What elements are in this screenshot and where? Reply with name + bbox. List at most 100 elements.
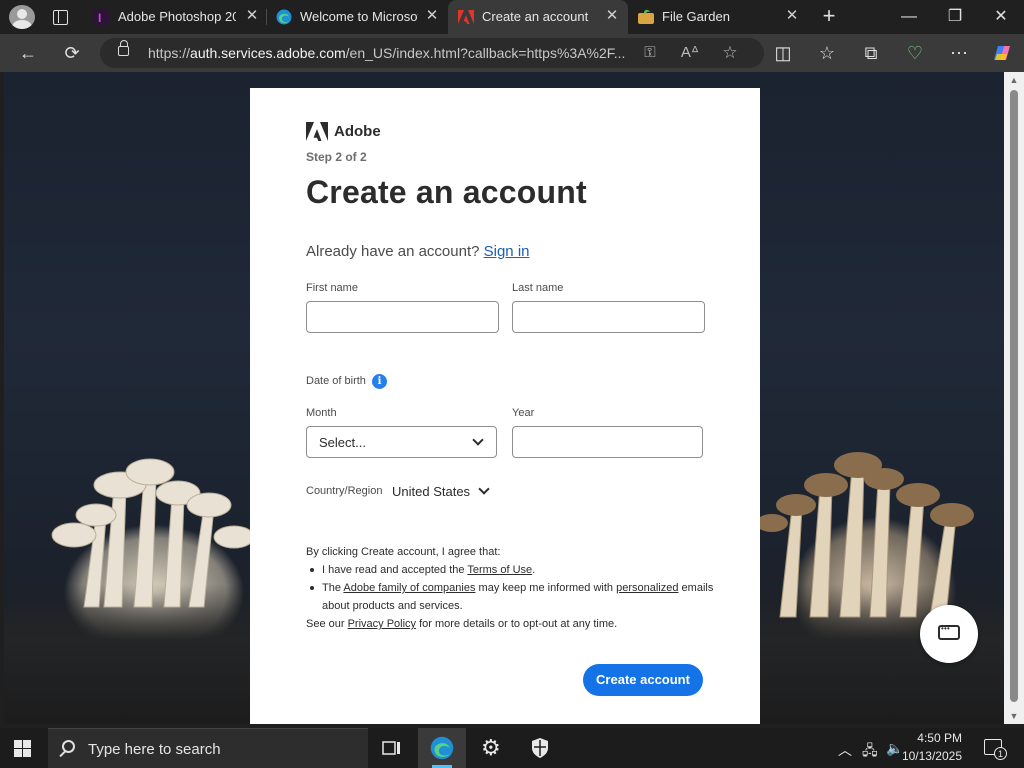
legal-bullet-terms: I have read and accepted the Terms of Us… bbox=[306, 561, 716, 579]
country-label: Country/Region bbox=[306, 485, 383, 497]
last-name-field[interactable] bbox=[512, 301, 705, 333]
month-select-value: Select... bbox=[319, 435, 366, 450]
scrollbar-thumb[interactable] bbox=[1010, 90, 1018, 702]
taskbar-settings-icon[interactable]: ⚙ bbox=[468, 728, 516, 768]
year-field[interactable] bbox=[512, 426, 703, 458]
browser-toolbar: ← ⟳ https://auth.services.adobe.com/en_U… bbox=[0, 34, 1024, 72]
restore-icon[interactable]: ❐ bbox=[932, 0, 978, 34]
scroll-down-icon[interactable]: ▼ bbox=[1008, 710, 1020, 722]
chat-support-button[interactable] bbox=[920, 605, 978, 663]
tab-file-garden[interactable]: File Garden ✕ bbox=[628, 0, 808, 34]
tab-title: Create an account bbox=[482, 9, 589, 24]
windows-start-icon[interactable] bbox=[14, 740, 32, 758]
last-name-label: Last name bbox=[512, 282, 564, 294]
legal-text: By clicking Create account, I agree that… bbox=[306, 543, 716, 633]
legal-text-part: . bbox=[532, 564, 536, 576]
read-aloud-icon[interactable]: Aᐞ bbox=[680, 44, 700, 62]
scroll-up-icon[interactable]: ▲ bbox=[1008, 74, 1020, 86]
clock-time[interactable]: 4:50 PM bbox=[906, 731, 962, 745]
mushroom-cluster-right-image bbox=[760, 452, 974, 618]
year-label: Year bbox=[512, 407, 535, 419]
legal-text-part: may keep me informed with bbox=[475, 582, 617, 594]
tab-title: File Garden bbox=[662, 9, 730, 24]
network-icon[interactable]: 🖧 bbox=[862, 740, 878, 764]
tab-welcome-microsoft[interactable]: Welcome to Microsoft ✕ bbox=[266, 0, 446, 34]
legal-text-part: for more details or to opt-out at any ti… bbox=[416, 618, 618, 630]
show-hidden-icons-icon[interactable]: ︿ bbox=[838, 740, 852, 760]
first-name-field[interactable] bbox=[306, 301, 499, 333]
taskbar-search-placeholder: Type here to search bbox=[88, 741, 221, 758]
tab-title: Adobe Photoshop 202 bbox=[118, 9, 236, 24]
back-icon[interactable]: ← bbox=[17, 42, 39, 64]
edge-icon bbox=[276, 9, 292, 25]
url-text[interactable]: https://auth.services.adobe.com/en_US/in… bbox=[148, 45, 638, 61]
adobe-icon bbox=[458, 10, 474, 24]
create-account-button[interactable]: Create account bbox=[583, 664, 703, 696]
windows-taskbar: Type here to search ⚙ ︿ 🖧 🔈 4:50 PM 10/1… bbox=[0, 728, 1024, 768]
clock-date[interactable]: 10/13/2025 bbox=[900, 749, 962, 763]
address-bar[interactable]: https://auth.services.adobe.com/en_US/in… bbox=[100, 38, 764, 68]
month-label: Month bbox=[306, 407, 337, 419]
task-view-icon[interactable] bbox=[368, 728, 416, 768]
adobe-family-link[interactable]: Adobe family of companies bbox=[343, 582, 475, 594]
favorites-icon[interactable]: ☆ bbox=[816, 42, 838, 64]
close-icon[interactable]: ✕ bbox=[244, 8, 260, 24]
terms-of-use-link[interactable]: Terms of Use bbox=[467, 564, 532, 576]
chevron-down-icon[interactable] bbox=[478, 483, 490, 495]
url-prefix: https:// bbox=[148, 45, 191, 61]
page-title: Create an account bbox=[306, 174, 587, 210]
personalized-link[interactable]: personalized bbox=[616, 582, 678, 594]
page-viewport: Adobe Step 2 of 2 Create an account Alre… bbox=[4, 72, 1004, 724]
legal-text-part: See our bbox=[306, 618, 348, 630]
page-scrollbar[interactable]: ▲ ▼ bbox=[1004, 72, 1024, 724]
minimize-icon[interactable]: — bbox=[886, 0, 932, 34]
mushroom-cluster-left-image bbox=[51, 458, 254, 608]
url-host: auth.services.adobe.com bbox=[190, 45, 346, 61]
chat-icon bbox=[938, 624, 960, 640]
indesign-icon: I bbox=[94, 9, 110, 25]
info-icon[interactable]: i bbox=[372, 374, 387, 389]
close-icon[interactable]: ✕ bbox=[784, 8, 800, 24]
dob-label: Date of birth bbox=[306, 375, 366, 387]
profile-avatar-icon[interactable] bbox=[9, 5, 35, 29]
taskbar-search-box[interactable]: Type here to search bbox=[48, 728, 368, 768]
first-name-label: First name bbox=[306, 282, 358, 294]
country-value: United States bbox=[392, 484, 471, 499]
tab-actions-icon[interactable] bbox=[48, 7, 72, 27]
more-options-icon[interactable]: ⋯ bbox=[948, 42, 970, 64]
adobe-icon bbox=[306, 122, 328, 141]
svg-text:I: I bbox=[98, 11, 101, 25]
collections-icon[interactable]: ⧉ bbox=[860, 42, 882, 64]
tab-title: Welcome to Microsoft bbox=[300, 9, 418, 24]
tab-create-account[interactable]: Create an account ✕ bbox=[448, 0, 628, 34]
close-icon[interactable]: ✕ bbox=[424, 8, 440, 24]
step-indicator: Step 2 of 2 bbox=[306, 150, 367, 164]
signup-card: Adobe Step 2 of 2 Create an account Alre… bbox=[250, 88, 760, 724]
privacy-policy-link[interactable]: Privacy Policy bbox=[348, 618, 416, 630]
favorite-star-icon[interactable]: ☆ bbox=[720, 44, 740, 62]
browser-tab-strip: I Adobe Photoshop 202 ✕ Welcome to Micro… bbox=[0, 0, 1024, 34]
notification-badge: 1 bbox=[994, 747, 1007, 760]
url-rest: /en_US/index.html?callback=https%3A%2F..… bbox=[345, 45, 626, 61]
split-screen-icon[interactable]: ◫ bbox=[772, 42, 794, 64]
month-select[interactable]: Select... bbox=[306, 426, 497, 458]
copilot-icon[interactable] bbox=[990, 42, 1014, 64]
taskbar-security-shield-icon[interactable] bbox=[516, 728, 564, 768]
already-have-account: Already have an account? Sign in bbox=[306, 243, 530, 260]
sign-in-link[interactable]: Sign in bbox=[484, 243, 530, 260]
close-icon[interactable]: ✕ bbox=[604, 8, 620, 24]
taskbar-edge-icon[interactable] bbox=[418, 728, 466, 768]
close-window-icon[interactable]: ✕ bbox=[978, 0, 1024, 34]
legal-bullet-marketing: The Adobe family of companies may keep m… bbox=[306, 579, 716, 615]
tab-photoshop[interactable]: I Adobe Photoshop 202 ✕ bbox=[84, 0, 264, 34]
refresh-icon[interactable]: ⟳ bbox=[61, 42, 83, 64]
country-select[interactable]: United States bbox=[392, 484, 470, 499]
new-tab-icon[interactable]: + bbox=[818, 5, 840, 28]
key-icon[interactable]: ⚿ bbox=[640, 44, 660, 62]
browser-essentials-icon[interactable]: ♡ bbox=[904, 42, 926, 64]
brand-name: Adobe bbox=[334, 123, 381, 140]
notifications-icon[interactable]: 1 bbox=[984, 739, 1007, 760]
legal-intro: By clicking Create account, I agree that… bbox=[306, 546, 501, 558]
lock-icon[interactable] bbox=[118, 40, 129, 56]
already-text: Already have an account? bbox=[306, 243, 480, 260]
